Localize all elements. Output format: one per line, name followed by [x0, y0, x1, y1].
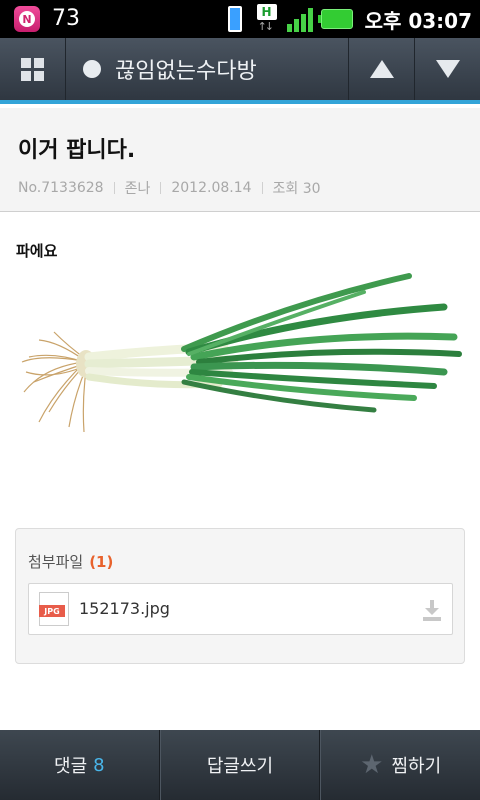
- star-icon: ★: [360, 750, 384, 780]
- chat-n-icon[interactable]: N: [14, 6, 40, 32]
- download-icon[interactable]: [422, 598, 442, 622]
- post-title: 이거 팝니다.: [18, 138, 136, 163]
- bookmark-button[interactable]: ★ 찜하기: [320, 730, 480, 800]
- attachment-file-item[interactable]: JPG 152173.jpg: [28, 583, 453, 635]
- post-number: No.7133628: [18, 180, 104, 196]
- data-connection-icon: H ↑↓: [255, 4, 279, 34]
- meta-divider: [113, 182, 115, 194]
- post-views: 조회 30: [272, 181, 321, 197]
- post-date: 2012.08.14: [171, 180, 252, 196]
- notification-count: 73: [52, 6, 80, 31]
- file-name: 152173.jpg: [79, 599, 170, 618]
- vibrate-mode-icon: [223, 5, 247, 33]
- attachment-label: 첨부파일: [28, 553, 84, 571]
- cafe-title[interactable]: 끊임없는수다방: [67, 38, 347, 100]
- previous-post-button[interactable]: [348, 38, 414, 100]
- triangle-up-icon: [369, 60, 394, 78]
- attachment-panel: 첨부파일 (1) JPG 152173.jpg: [15, 528, 465, 664]
- comments-count: 8: [93, 754, 105, 776]
- meta-divider: [261, 182, 263, 194]
- file-type-badge: JPG: [39, 605, 65, 617]
- post-header: 이거 팝니다. No.7133628 존나 2012.08.14 조회 30: [0, 108, 480, 212]
- jpg-file-icon: JPG: [39, 592, 69, 626]
- status-bar: N 73 H ↑↓ 오후 03:07: [0, 0, 480, 38]
- grid-icon: [21, 57, 44, 81]
- clock: 오후 03:07: [364, 8, 472, 33]
- attachment-header: 첨부파일 (1): [28, 551, 113, 572]
- bullet-icon: [83, 60, 101, 78]
- data-type-label: H: [256, 4, 277, 20]
- notification-badge-letter: N: [19, 11, 35, 27]
- bookmark-label: 찜하기: [391, 756, 442, 777]
- status-icons: H ↑↓ 오후 03:07: [223, 4, 472, 34]
- triangle-down-icon: [435, 60, 460, 78]
- cafe-name: 끊임없는수다방: [115, 59, 257, 84]
- post-meta: No.7133628 존나 2012.08.14 조회 30: [18, 178, 321, 198]
- comments-button[interactable]: 댓글 8: [0, 730, 160, 800]
- battery-icon: [317, 9, 353, 29]
- next-post-button[interactable]: [414, 38, 480, 100]
- menu-button[interactable]: [0, 38, 66, 100]
- meta-divider: [160, 182, 162, 194]
- green-onion-image[interactable]: [14, 262, 466, 452]
- signal-strength-icon: [286, 6, 313, 32]
- reply-button[interactable]: 답글쓰기: [159, 730, 321, 800]
- attachment-count: (1): [89, 553, 114, 571]
- title-bar: 끊임없는수다방: [0, 38, 480, 104]
- post-author[interactable]: 존나: [125, 178, 151, 198]
- comments-label: 댓글: [54, 756, 88, 777]
- bottom-action-bar: 댓글 8 답글쓰기 ★ 찜하기: [0, 730, 480, 800]
- reply-label: 답글쓰기: [206, 756, 274, 777]
- post-body-text: 파에요: [16, 242, 58, 260]
